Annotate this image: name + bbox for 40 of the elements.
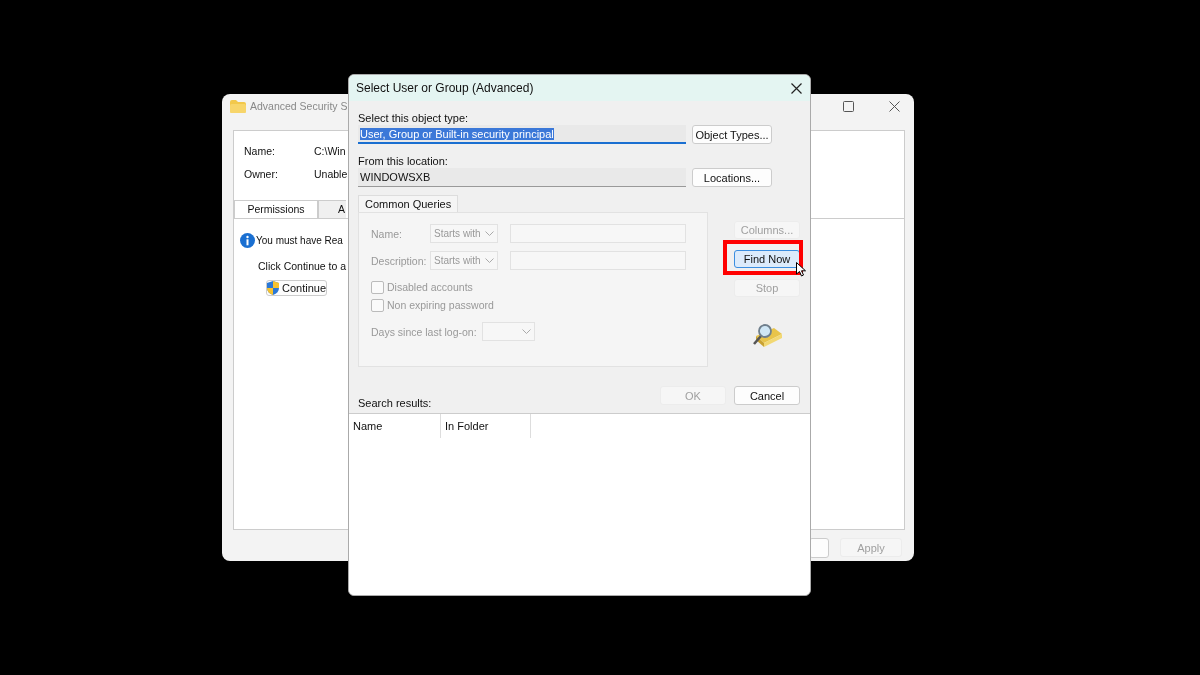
column-header[interactable]: In Folder <box>441 414 531 438</box>
chevron-icon <box>521 329 531 334</box>
field-label: Name: <box>244 145 276 157</box>
button-edge[interactable] <box>809 538 829 558</box>
tab[interactable]: Permissions <box>234 200 318 218</box>
cancel-button[interactable]: Cancel <box>734 386 800 405</box>
chevron-icon <box>485 258 494 263</box>
field-label: Days since last log-on: <box>371 325 477 338</box>
search-folder-icon <box>752 322 782 348</box>
checkbox-label: Disabled accounts <box>387 281 473 293</box>
cursor-icon <box>796 262 806 277</box>
field-value: C:\Win <box>314 145 346 157</box>
object-type-field[interactable]: User, Group or Built-in security principal <box>358 125 686 144</box>
locations-button[interactable]: Locations... <box>692 168 772 187</box>
field-label: Select this object type: <box>358 112 470 124</box>
field-label: Description: <box>371 254 428 267</box>
dialog-title: Select User or Group (Advanced) <box>356 81 534 95</box>
column-header[interactable]: Name <box>349 414 441 438</box>
maximize-icon <box>843 100 854 112</box>
info-text: You must have Rea <box>256 235 343 246</box>
window-title: Advanced Security S <box>250 100 348 112</box>
field-label: Name: <box>371 227 403 240</box>
shield-icon <box>267 281 279 295</box>
object-types-button[interactable]: Object Types... <box>692 125 772 144</box>
field-label: Owner: <box>244 168 279 180</box>
tab[interactable]: A <box>318 200 346 218</box>
instruction-text: Click Continue to a <box>258 260 347 272</box>
location-field[interactable]: WINDOWSXB <box>358 168 686 187</box>
query-button[interactable]: Find Now <box>734 250 800 268</box>
folder-icon <box>230 99 246 113</box>
tab[interactable]: Common Queries <box>358 195 459 212</box>
close-icon <box>889 100 900 112</box>
field-value: Unable <box>314 168 348 180</box>
field-label: From this location: <box>358 155 449 167</box>
chevron-icon <box>485 231 494 236</box>
field-label: Search results: <box>358 397 433 409</box>
info-icon <box>240 233 255 248</box>
checkbox-label: Non expiring password <box>387 299 494 311</box>
close-icon <box>791 82 802 94</box>
continue-button[interactable]: Continue <box>266 280 328 296</box>
